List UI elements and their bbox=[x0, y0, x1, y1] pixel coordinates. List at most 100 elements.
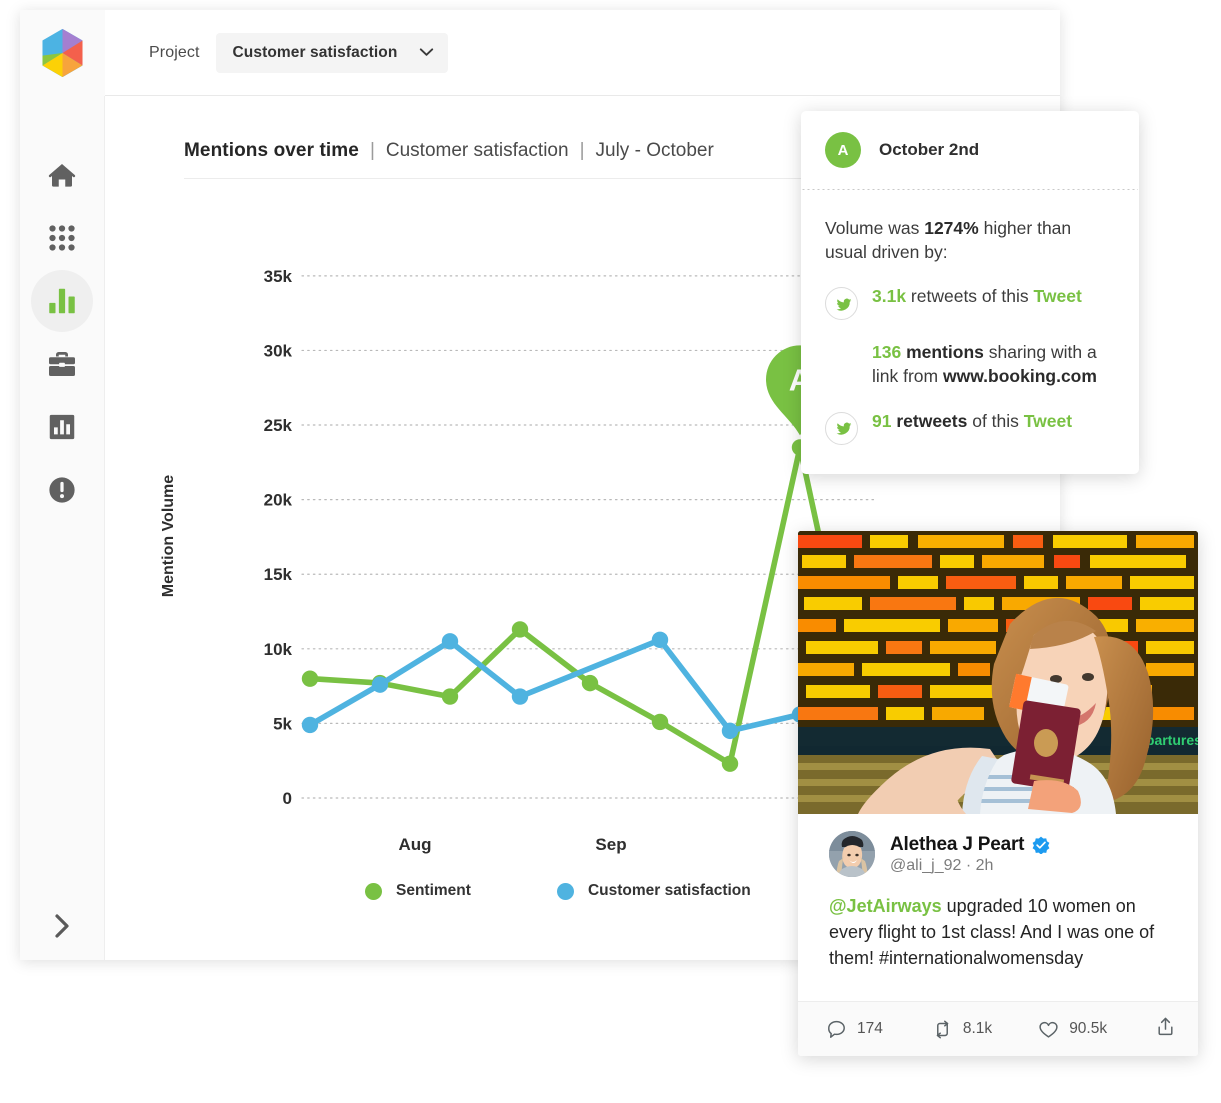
app-root: Project Customer satisfaction Mentions o… bbox=[0, 0, 1221, 1103]
project-dropdown[interactable]: Customer satisfaction bbox=[215, 32, 449, 73]
x-tick-label: Aug bbox=[398, 835, 431, 854]
y-tick-label: 20k bbox=[264, 491, 293, 510]
tweet-name-row: Alethea J Peart bbox=[890, 834, 1050, 856]
tweet-reply-count: 174 bbox=[857, 1020, 883, 1037]
insight-row-spacer bbox=[825, 343, 858, 376]
tweet-reply-action[interactable]: 174 bbox=[826, 1019, 883, 1040]
data-point[interactable] bbox=[721, 755, 739, 772]
insight-row: 136 mentions sharing with a link from ww… bbox=[825, 341, 1115, 389]
chevron-down-icon bbox=[420, 48, 434, 56]
insight-body: Volume was 1274% higher than usual drive… bbox=[801, 190, 1139, 445]
x-tick-label: Sep bbox=[595, 835, 626, 854]
sidebar-item-analytics[interactable] bbox=[31, 270, 93, 332]
sidebar-expand-button[interactable] bbox=[31, 895, 93, 957]
insight-rows: 3.1k retweets of this Tweet 136 mentions … bbox=[825, 285, 1115, 445]
insight-text-part[interactable]: 136 bbox=[872, 342, 901, 362]
data-point[interactable] bbox=[441, 633, 459, 650]
insight-lead-pre: Volume was bbox=[825, 218, 925, 238]
insight-text-part: www.booking.com bbox=[942, 366, 1097, 387]
home-icon bbox=[48, 164, 76, 187]
insight-date: October 2nd bbox=[879, 140, 980, 159]
project-label: Project bbox=[149, 43, 200, 61]
twitter-bird-icon-wrapper[interactable] bbox=[825, 411, 858, 445]
tweet-time: 2h bbox=[975, 856, 994, 874]
data-point[interactable] bbox=[581, 674, 599, 692]
sidebar-item-home[interactable] bbox=[31, 144, 93, 206]
insight-badge: A bbox=[825, 132, 861, 168]
y-tick-label: 35k bbox=[264, 267, 293, 286]
twitter-bird-icon bbox=[836, 298, 851, 311]
hexagon-logo-icon bbox=[42, 28, 83, 77]
legend-label: Customer satisfaction bbox=[587, 882, 751, 899]
insight-row: 91 retweets of this Tweet bbox=[825, 410, 1115, 445]
tweet-retweet-action[interactable]: 8.1k bbox=[932, 1019, 992, 1040]
reply-icon bbox=[828, 1020, 845, 1038]
data-point[interactable] bbox=[651, 713, 669, 731]
data-point[interactable] bbox=[721, 722, 739, 740]
data-point[interactable] bbox=[301, 670, 319, 687]
insight-row-text: 3.1k retweets of this Tweet bbox=[872, 285, 1082, 309]
y-tick-label: 5k bbox=[273, 714, 292, 733]
top-bar: Project Customer satisfaction bbox=[20, 9, 1060, 96]
chart-legend: Sentiment Customer satisfaction bbox=[365, 882, 751, 900]
tweet-author-names: Alethea J Peart @ali_j_92 · 2h bbox=[890, 834, 1050, 875]
tweet-share-action[interactable] bbox=[1155, 1016, 1176, 1042]
briefcase-icon bbox=[49, 352, 75, 376]
insight-text-part: mentions bbox=[906, 342, 984, 363]
insight-tooltip-card: A October 2nd Volume was 1274% higher th… bbox=[801, 111, 1139, 474]
insight-row-text: 136 mentions sharing with a link from ww… bbox=[872, 341, 1115, 389]
y-axis-tick-labels: 0 5k 10k 15k 20k 25k 30k 35k bbox=[264, 267, 293, 808]
tweet-mention-link[interactable]: @JetAirways bbox=[829, 896, 942, 916]
twitter-bird-icon-wrapper[interactable] bbox=[825, 287, 858, 321]
retweet-icon bbox=[936, 1020, 949, 1038]
insight-header: A October 2nd bbox=[801, 111, 1139, 189]
bar-chart-icon bbox=[49, 288, 75, 314]
legend-color-swatch bbox=[556, 882, 574, 900]
insight-lead-percent: 1274% bbox=[924, 218, 979, 238]
tweet-retweet-count: 8.1k bbox=[962, 1020, 993, 1037]
twitter-bird-icon bbox=[836, 422, 851, 436]
legend-item-customer-satisfaction[interactable]: Customer satisfaction bbox=[556, 882, 751, 900]
insight-text-part: of this bbox=[967, 410, 1024, 431]
insight-row: 3.1k retweets of this Tweet bbox=[825, 285, 1115, 321]
insight-text-part: retweets of this bbox=[906, 286, 1034, 307]
insight-text-part[interactable]: Tweet bbox=[1033, 286, 1081, 306]
data-point[interactable] bbox=[301, 716, 319, 734]
tweet-action-bar: 174 8.1k 90.5k bbox=[798, 1001, 1198, 1056]
share-icon bbox=[1158, 1017, 1173, 1036]
chevron-right-icon bbox=[55, 914, 69, 938]
data-point[interactable] bbox=[511, 621, 529, 638]
insight-text-part[interactable]: Tweet bbox=[1024, 411, 1072, 431]
alert-icon bbox=[49, 477, 75, 503]
y-tick-label: 30k bbox=[264, 341, 293, 360]
data-point[interactable] bbox=[441, 688, 459, 705]
tweet-time-separator: · bbox=[965, 856, 972, 874]
chart-box-icon bbox=[49, 414, 75, 440]
avatar[interactable] bbox=[829, 831, 875, 877]
data-point[interactable] bbox=[371, 676, 389, 693]
tweet-author-row: Alethea J Peart @ali_j_92 · 2h bbox=[798, 814, 1198, 877]
data-point[interactable] bbox=[651, 631, 669, 649]
sidebar-item-projects[interactable] bbox=[31, 333, 93, 395]
y-axis-title: Mention Volume bbox=[160, 475, 177, 597]
legend-label: Sentiment bbox=[396, 882, 471, 899]
airport-selfie-photo: Departures bbox=[798, 531, 1198, 814]
tweet-like-action[interactable]: 90.5k bbox=[1038, 1019, 1107, 1040]
sidebar-item-alerts[interactable] bbox=[31, 459, 93, 521]
sidebar-item-reports[interactable] bbox=[31, 396, 93, 458]
data-point[interactable] bbox=[511, 688, 529, 705]
sidebar-item-apps[interactable] bbox=[31, 207, 93, 269]
insight-row-text: 91 retweets of this Tweet bbox=[872, 410, 1072, 434]
tweet-body-text: @JetAirways upgraded 10 women on every f… bbox=[798, 877, 1198, 971]
data-series bbox=[301, 439, 879, 781]
project-dropdown-value: Customer satisfaction bbox=[232, 43, 398, 61]
y-tick-label: 25k bbox=[264, 416, 293, 435]
tweet-handle: @ali_j_92 bbox=[890, 856, 962, 874]
insight-text-part: retweets bbox=[896, 410, 968, 431]
tweet-media-image[interactable]: Departures bbox=[798, 531, 1198, 814]
insight-text-part[interactable]: 3.1k bbox=[872, 286, 906, 306]
legend-item-sentiment[interactable]: Sentiment bbox=[365, 882, 471, 900]
heart-icon bbox=[1039, 1021, 1058, 1038]
tweet-card[interactable]: Departures Alethea J Peart @ali_j_92 · 2… bbox=[798, 531, 1198, 1056]
insight-text-part[interactable]: 91 bbox=[872, 411, 891, 431]
